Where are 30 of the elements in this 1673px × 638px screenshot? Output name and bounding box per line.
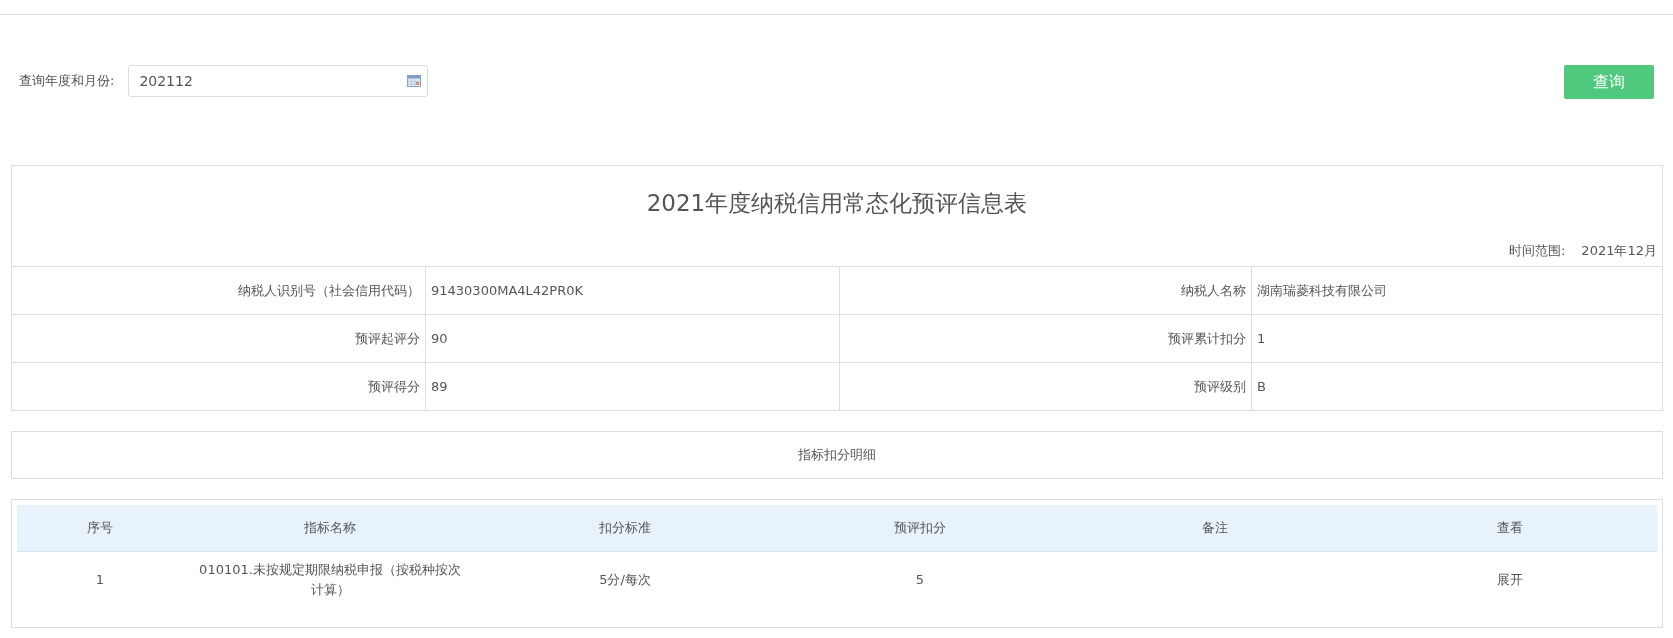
query-label: 查询年度和月份: (19, 72, 115, 91)
section-title: 指标扣分明细 (798, 446, 876, 465)
table-cell-text: 1 (95, 570, 105, 589)
time-range-label: 时间范围: (1508, 242, 1566, 258)
field-label: 预评累计扣分 (1168, 329, 1246, 348)
field-label: 预评起评分 (355, 329, 420, 348)
expand-link[interactable]: 展开 (1497, 569, 1523, 590)
field-value: B (1257, 377, 1266, 396)
column-header: 预评扣分 (773, 505, 1067, 552)
table-title: 2021年度纳税信用常态化预评信息表 (645, 189, 1029, 218)
field-value: 89 (431, 377, 448, 396)
table-cell-text: 010101.未按规定期限纳税申报（按税种按次计算） (198, 561, 462, 599)
calendar-icon[interactable] (407, 75, 422, 87)
time-range-value: 2021年12月 (1581, 242, 1657, 258)
field-label: 预评得分 (368, 377, 420, 396)
column-header: 备注 (1067, 505, 1363, 552)
field-label: 纳税人识别号（社会信用代码） (238, 281, 420, 300)
table-cell-text: 5分/每次 (599, 570, 651, 589)
column-header: 指标名称 (183, 505, 477, 552)
field-value: 91430300MA4L42PR0K (431, 281, 583, 300)
column-header: 序号 (17, 505, 183, 552)
month-field[interactable]: 202112 (128, 65, 429, 97)
field-value: 1 (1257, 329, 1266, 348)
field-label: 纳税人名称 (1181, 281, 1246, 300)
table-cell-text: 5 (915, 570, 925, 589)
column-header: 扣分标准 (477, 505, 773, 552)
field-value: 90 (431, 329, 448, 348)
field-value: 湖南瑞菱科技有限公司 (1257, 281, 1387, 300)
column-header: 查看 (1363, 505, 1657, 552)
field-label: 预评级别 (1194, 377, 1246, 396)
